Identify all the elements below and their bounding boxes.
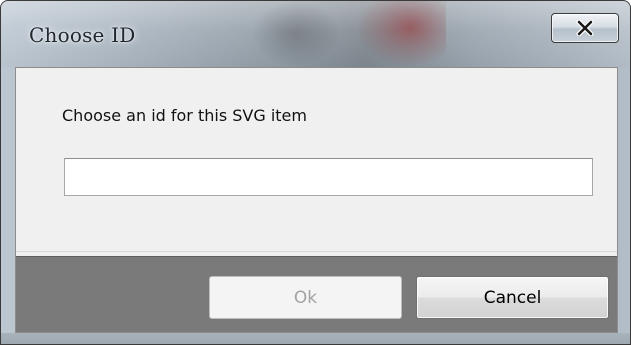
ok-button[interactable]: Ok xyxy=(209,276,402,319)
content-divider xyxy=(16,251,617,252)
id-input[interactable] xyxy=(64,158,593,196)
title-bar[interactable]: Choose ID xyxy=(1,1,630,67)
dialog-content: Choose an id for this SVG item xyxy=(16,68,617,251)
choose-id-dialog-window: Choose ID Choose an id for this SVG item… xyxy=(0,0,631,345)
close-x-icon xyxy=(576,20,594,36)
cancel-button[interactable]: Cancel xyxy=(416,276,609,319)
titlebar-background-glow-red xyxy=(356,1,446,67)
cancel-button-label: Cancel xyxy=(483,287,542,308)
window-bottom-border xyxy=(1,333,630,344)
close-button[interactable] xyxy=(551,13,619,43)
titlebar-background-glow xyxy=(251,1,341,67)
prompt-label: Choose an id for this SVG item xyxy=(62,106,307,125)
button-footer: Ok Cancel xyxy=(16,256,617,332)
ok-button-label: Ok xyxy=(293,287,318,308)
dialog-client-area: Choose an id for this SVG item Ok Cancel xyxy=(15,67,618,333)
window-title: Choose ID xyxy=(29,23,136,47)
